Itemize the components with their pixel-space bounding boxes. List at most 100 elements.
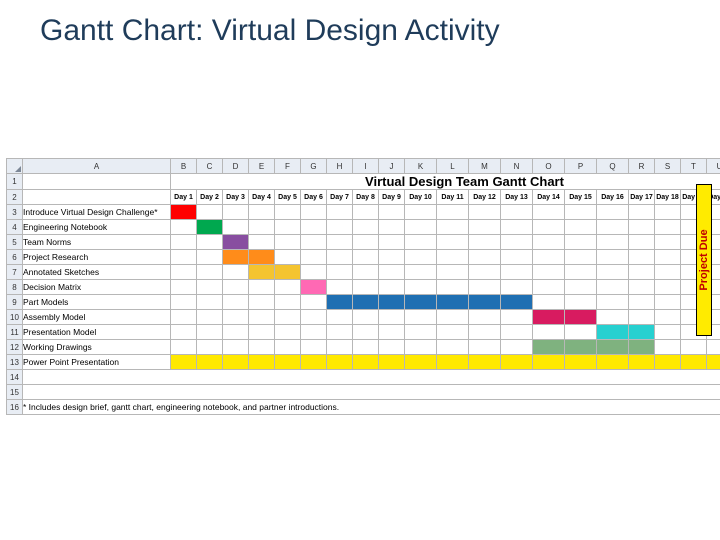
task-label: Introduce Virtual Design Challenge* (23, 205, 171, 220)
gantt-cell (565, 325, 597, 340)
row-header[interactable]: 2 (7, 190, 23, 205)
col-header[interactable]: L (437, 159, 469, 174)
col-header[interactable]: E (249, 159, 275, 174)
gantt-cell (629, 325, 655, 340)
select-all-corner[interactable] (7, 159, 23, 174)
gantt-cell (405, 250, 437, 265)
col-header[interactable]: F (275, 159, 301, 174)
gantt-cell (655, 280, 681, 295)
gantt-cell (629, 235, 655, 250)
row-header[interactable]: 9 (7, 295, 23, 310)
table-row: 15 (7, 385, 720, 400)
col-header[interactable]: M (469, 159, 501, 174)
gantt-cell (275, 205, 301, 220)
gantt-cell (249, 235, 275, 250)
row-header[interactable]: 12 (7, 340, 23, 355)
gantt-cell (301, 265, 327, 280)
day-header: Day 14 (533, 190, 565, 205)
col-header[interactable]: C (197, 159, 223, 174)
gantt-cell (275, 280, 301, 295)
task-label: Engineering Notebook (23, 220, 171, 235)
gantt-cell (353, 340, 379, 355)
gantt-cell (171, 265, 197, 280)
row-header[interactable]: 13 (7, 355, 23, 370)
gantt-footnote: * Includes design brief, gantt chart, en… (23, 400, 720, 415)
row-header[interactable]: 15 (7, 385, 23, 400)
gantt-cell (379, 250, 405, 265)
gantt-cell (379, 325, 405, 340)
task-label: Power Point Presentation (23, 355, 171, 370)
gantt-cell (249, 325, 275, 340)
gantt-cell (223, 325, 249, 340)
col-header[interactable]: G (301, 159, 327, 174)
day-header: Day 17 (629, 190, 655, 205)
row-header[interactable]: 10 (7, 310, 23, 325)
gantt-cell (501, 265, 533, 280)
gantt-cell (353, 235, 379, 250)
gantt-cell (405, 205, 437, 220)
gantt-cell (437, 355, 469, 370)
gantt-cell (275, 355, 301, 370)
row-header[interactable]: 14 (7, 370, 23, 385)
gantt-cell (629, 295, 655, 310)
gantt-cell (197, 340, 223, 355)
col-header[interactable]: H (327, 159, 353, 174)
gantt-cell (565, 205, 597, 220)
row-header[interactable]: 8 (7, 280, 23, 295)
table-row: 14 (7, 370, 720, 385)
gantt-cell (597, 250, 629, 265)
gantt-cell (327, 235, 353, 250)
gantt-cell (405, 295, 437, 310)
gantt-cell (301, 235, 327, 250)
col-header[interactable]: P (565, 159, 597, 174)
gantt-cell (469, 355, 501, 370)
day-header: Day 12 (469, 190, 501, 205)
row-header[interactable]: 11 (7, 325, 23, 340)
row-header[interactable]: 6 (7, 250, 23, 265)
gantt-cell (437, 295, 469, 310)
gantt-cell (565, 295, 597, 310)
row-header[interactable]: 7 (7, 265, 23, 280)
gantt-cell (469, 265, 501, 280)
col-header[interactable]: U (707, 159, 720, 174)
row-header[interactable]: 5 (7, 235, 23, 250)
gantt-cell (301, 340, 327, 355)
gantt-cell (501, 325, 533, 340)
col-header[interactable]: T (681, 159, 707, 174)
col-header[interactable]: B (171, 159, 197, 174)
col-header[interactable]: O (533, 159, 565, 174)
col-header[interactable]: J (379, 159, 405, 174)
gantt-cell (629, 205, 655, 220)
gantt-cell (249, 280, 275, 295)
gantt-cell (655, 220, 681, 235)
row-header[interactable]: 1 (7, 174, 23, 190)
gantt-cell (655, 235, 681, 250)
col-header[interactable]: R (629, 159, 655, 174)
gantt-cell (533, 250, 565, 265)
row-header[interactable]: 3 (7, 205, 23, 220)
gantt-cell (171, 280, 197, 295)
gantt-cell (707, 355, 720, 370)
task-label: Decision Matrix (23, 280, 171, 295)
project-due-banner: Project Due (696, 184, 712, 336)
col-header[interactable]: S (655, 159, 681, 174)
gantt-cell (681, 340, 707, 355)
gantt-cell (379, 355, 405, 370)
gantt-cell (171, 310, 197, 325)
col-header[interactable]: Q (597, 159, 629, 174)
row-header[interactable]: 4 (7, 220, 23, 235)
gantt-cell (655, 205, 681, 220)
gantt-cell (249, 205, 275, 220)
gantt-cell (533, 325, 565, 340)
row-header[interactable]: 16 (7, 400, 23, 415)
slide-title: Gantt Chart: Virtual Design Activity (0, 0, 720, 48)
gantt-cell (275, 220, 301, 235)
gantt-cell (327, 250, 353, 265)
col-header[interactable]: I (353, 159, 379, 174)
gantt-cell (171, 205, 197, 220)
col-header[interactable]: N (501, 159, 533, 174)
gantt-cell (327, 265, 353, 280)
col-header[interactable]: K (405, 159, 437, 174)
col-header[interactable]: D (223, 159, 249, 174)
col-header[interactable]: A (23, 159, 171, 174)
